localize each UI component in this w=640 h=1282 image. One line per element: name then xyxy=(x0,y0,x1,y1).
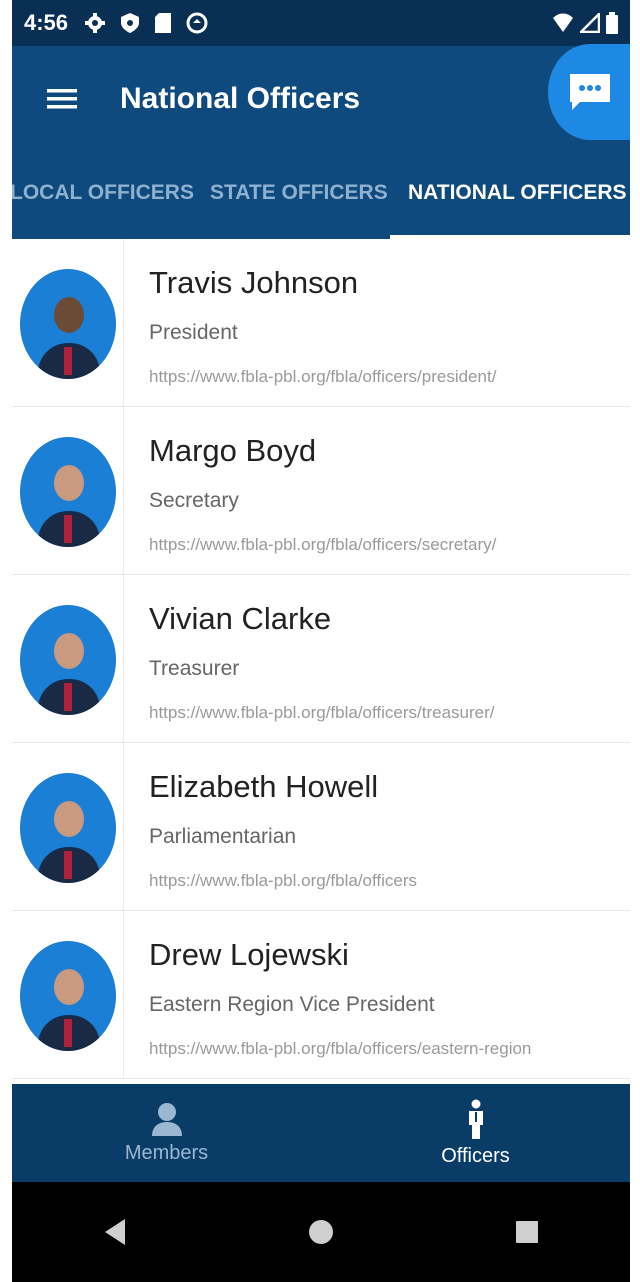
shield-icon xyxy=(121,13,140,33)
back-icon[interactable] xyxy=(103,1218,127,1246)
list-item[interactable]: Vivian Clarke Treasurer https://www.fbla… xyxy=(12,575,630,743)
officer-name: Margo Boyd xyxy=(149,433,317,468)
avatar xyxy=(20,941,116,1051)
officer-url[interactable]: https://www.fbla-pbl.org/fbla/officers/e… xyxy=(149,1039,531,1059)
status-icons xyxy=(84,12,208,34)
list-item[interactable]: Elizabeth Howell Parliamentarian https:/… xyxy=(12,743,630,911)
avatar-column xyxy=(12,743,124,910)
status-time: 4:56 xyxy=(24,10,69,35)
avatar-column xyxy=(12,239,124,406)
tab-national-officers[interactable]: NATIONAL OFFICERS xyxy=(408,181,627,205)
avatar-column xyxy=(12,911,124,1078)
sync-icon xyxy=(186,12,208,34)
list-item[interactable]: Drew Lojewski Eastern Region Vice Presid… xyxy=(12,911,630,1079)
chat-button[interactable] xyxy=(548,44,632,140)
status-right xyxy=(552,12,618,34)
officer-icon xyxy=(468,1099,483,1139)
avatar-column xyxy=(12,575,124,742)
avatar-column xyxy=(12,407,124,574)
sd-card-icon xyxy=(155,13,172,33)
officer-url[interactable]: https://www.fbla-pbl.org/fbla/officers/s… xyxy=(149,535,496,555)
officer-role: Treasurer xyxy=(149,657,240,680)
avatar-head xyxy=(54,297,84,333)
officer-role: Parliamentarian xyxy=(149,825,297,848)
nav-officers[interactable]: Officers xyxy=(321,1084,630,1182)
menu-button[interactable] xyxy=(32,69,92,129)
settings-icon xyxy=(85,13,106,33)
avatar-tie xyxy=(64,515,72,543)
avatar-head xyxy=(54,969,84,1005)
avatar-tie xyxy=(64,1019,72,1047)
list-item[interactable]: Margo Boyd Secretary https://www.fbla-pb… xyxy=(12,407,630,575)
left-margin xyxy=(0,0,12,1282)
nav-members-label: Members xyxy=(124,1141,209,1164)
officer-name: Drew Lojewski xyxy=(149,937,349,972)
chat-bubble-icon xyxy=(570,74,610,110)
signal-icon xyxy=(580,13,600,33)
avatar xyxy=(20,773,116,883)
tab-local-officers[interactable]: LOCAL OFFICERS xyxy=(10,181,194,205)
avatar-tie xyxy=(64,683,72,711)
right-margin xyxy=(630,0,640,1282)
officer-tabs: LOCAL OFFICERS STATE OFFICERS NATIONAL O… xyxy=(10,151,630,239)
bottom-navigation: Members Officers xyxy=(12,1084,630,1182)
nav-members[interactable]: Members xyxy=(12,1084,321,1182)
app-bar: National Officers xyxy=(12,44,632,151)
avatar-head xyxy=(54,633,84,669)
officer-role: Secretary xyxy=(149,489,239,512)
battery-icon xyxy=(606,12,618,34)
avatar xyxy=(20,605,116,715)
officer-role: Eastern Region Vice President xyxy=(149,993,435,1016)
officer-url[interactable]: https://www.fbla-pbl.org/fbla/officers/p… xyxy=(149,367,496,387)
avatar-tie xyxy=(64,851,72,879)
home-icon[interactable] xyxy=(308,1219,334,1245)
avatar-head xyxy=(54,465,84,501)
status-bar: 4:56 xyxy=(12,0,630,46)
officer-role: President xyxy=(149,321,238,344)
nav-officers-label: Officers xyxy=(441,1144,510,1167)
person-icon xyxy=(151,1102,182,1136)
recents-icon[interactable] xyxy=(515,1220,539,1244)
hamburger-icon xyxy=(47,88,77,108)
system-navigation-bar xyxy=(12,1182,630,1282)
officer-name: Elizabeth Howell xyxy=(149,769,379,804)
officer-url[interactable]: https://www.fbla-pbl.org/fbla/officers/t… xyxy=(149,703,495,723)
officer-name: Vivian Clarke xyxy=(149,601,332,636)
avatar-head xyxy=(54,801,84,837)
avatar-tie xyxy=(64,347,72,375)
avatar xyxy=(20,269,116,379)
list-item[interactable]: Travis Johnson President https://www.fbl… xyxy=(12,239,630,407)
tab-state-officers[interactable]: STATE OFFICERS xyxy=(210,181,388,205)
officer-url[interactable]: https://www.fbla-pbl.org/fbla/officers xyxy=(149,871,417,891)
officer-name: Travis Johnson xyxy=(149,265,359,300)
page-title: National Officers xyxy=(120,81,361,115)
officers-list[interactable]: Travis Johnson President https://www.fbl… xyxy=(12,239,630,1084)
wifi-icon xyxy=(553,13,573,32)
avatar xyxy=(20,437,116,547)
